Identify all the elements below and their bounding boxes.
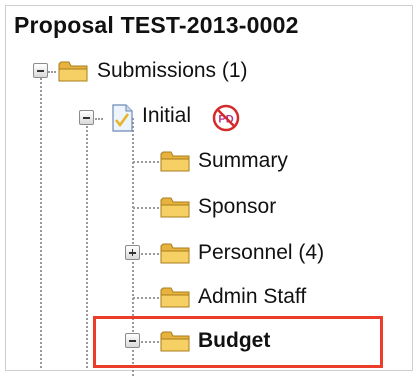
budget-highlight-box — [93, 316, 383, 368]
no-pd-badge-icon: PD — [212, 104, 240, 132]
page-title: Proposal TEST-2013-0002 — [14, 12, 299, 38]
minus-toggle-icon — [37, 70, 44, 72]
tree-line — [86, 126, 88, 368]
submissions-collapse-toggle[interactable] — [33, 63, 48, 78]
tree-line — [141, 253, 159, 255]
minus-toggle-icon — [83, 117, 90, 119]
tree-item-admin-staff[interactable]: Admin Staff — [198, 285, 306, 309]
tree-item-personnel[interactable]: Personnel (4) — [198, 241, 324, 265]
tree-item-submissions[interactable]: Submissions (1) — [97, 59, 248, 83]
folder-icon — [160, 243, 190, 264]
plus-toggle-vertical — [131, 249, 134, 256]
tree-line — [48, 71, 56, 73]
folder-icon — [160, 197, 190, 218]
tree-line — [40, 78, 42, 368]
folder-icon — [160, 287, 190, 308]
initial-collapse-toggle[interactable] — [79, 110, 94, 125]
document-check-icon — [112, 104, 133, 132]
folder-icon — [160, 151, 190, 172]
tree-item-sponsor[interactable]: Sponsor — [198, 195, 276, 219]
tree-line — [133, 297, 159, 299]
folder-icon — [58, 61, 88, 82]
personnel-expand-toggle[interactable] — [125, 245, 140, 260]
tree-line — [133, 207, 159, 209]
tree-item-summary[interactable]: Summary — [198, 149, 288, 173]
tree-line — [95, 118, 103, 120]
tree-item-initial[interactable]: Initial — [142, 104, 191, 128]
tree-line — [133, 161, 159, 163]
